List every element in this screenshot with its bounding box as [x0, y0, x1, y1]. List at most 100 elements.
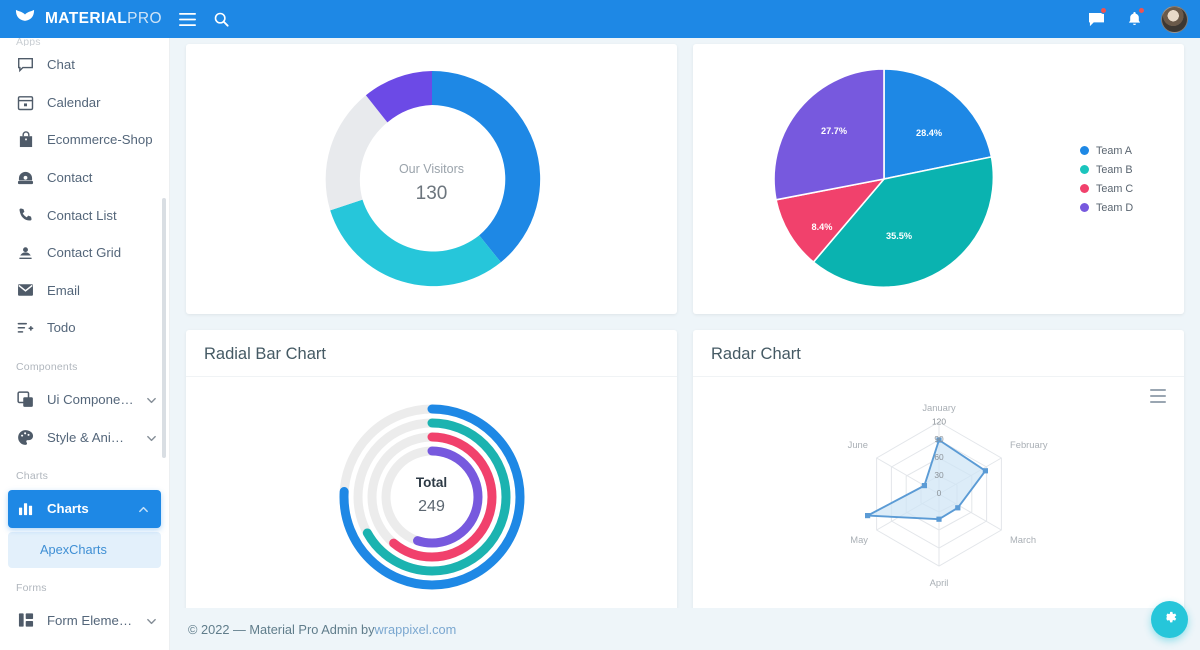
notifications-button[interactable]: [1117, 2, 1151, 36]
bar-chart-icon: [16, 499, 35, 518]
radar-category-april: April: [929, 577, 948, 588]
phone-icon: [16, 206, 35, 225]
charts-row-bottom: Radial Bar Chart Total: [170, 314, 1200, 612]
legend-item-team-c[interactable]: Team C: [1080, 179, 1184, 198]
sidebar-item-form-elements[interactable]: Form Elements: [0, 602, 169, 640]
sidebar-item-label: Calendar: [47, 95, 157, 110]
pie-label-team-c: 8.4%: [811, 222, 832, 232]
shopping-bag-icon: [16, 130, 35, 149]
radial-bar-svg: [332, 397, 532, 597]
sidebar-item-label: Contact List: [47, 208, 157, 223]
legend-dot-icon: [1080, 184, 1089, 193]
notifications-badge-dot: [1138, 7, 1145, 14]
gear-icon: [1161, 609, 1178, 631]
sidebar-item-label: Contact: [47, 170, 157, 185]
legend-label: Team B: [1096, 164, 1133, 176]
sidebar-item-label: Chat: [47, 57, 157, 72]
sidebar-caption-components: Components: [0, 347, 169, 381]
chevron-down-icon: [146, 394, 157, 405]
calendar-icon: [16, 93, 35, 112]
brand-text: MATERIALPRO: [45, 10, 162, 28]
layers-icon: [16, 390, 35, 409]
legend-dot-icon: [1080, 146, 1089, 155]
sidebar-item-label: Ui Componen...: [47, 392, 134, 407]
brand-main: MATERIAL: [45, 10, 127, 27]
sidebar-item-todo[interactable]: Todo: [0, 309, 169, 347]
radar-category-february: February: [1010, 439, 1048, 450]
sidebar-item-label: Charts: [47, 501, 126, 516]
card-pie-chart: 28.4% 35.5% 8.4% 27.7% Team A Team B: [693, 44, 1184, 314]
donut-svg: [307, 54, 557, 304]
radar-category-january: January: [922, 402, 956, 413]
messages-button[interactable]: [1079, 2, 1113, 36]
phone-old-icon: [16, 168, 35, 187]
legend-label: Team C: [1096, 183, 1133, 195]
charts-row-top: Our Visitors 130 28.: [170, 38, 1200, 314]
sidebar-caption-charts: Charts: [0, 456, 169, 490]
chevron-up-icon: [138, 503, 149, 514]
pie-chart-holder: 28.4% 35.5% 8.4% 27.7%: [693, 67, 1074, 291]
sidebar-item-charts[interactable]: Charts: [8, 490, 161, 528]
list-add-icon: [16, 318, 35, 337]
sidebar-item-contact-grid[interactable]: Contact Grid: [0, 234, 169, 272]
card-radial-bar-chart: Radial Bar Chart Total: [186, 330, 677, 612]
sidebar-item-label: Form Elements: [47, 613, 134, 628]
legend-label: Team A: [1096, 145, 1132, 157]
chart-menu-icon[interactable]: [1150, 389, 1166, 403]
sidebar-item-email[interactable]: Email: [0, 272, 169, 310]
radar-category-may: May: [850, 534, 868, 545]
top-navbar: MATERIALPRO: [0, 0, 1200, 38]
radar-chart[interactable]: 120 90 60 30 0 January February March Ap…: [693, 377, 1184, 617]
sidebar-item-ecommerce-shop[interactable]: Ecommerce-Shop: [0, 121, 169, 159]
sidebar-item-ui-components[interactable]: Ui Componen...: [0, 381, 169, 419]
hamburger-icon[interactable]: [170, 2, 204, 36]
message-icon[interactable]: [1079, 2, 1113, 36]
search-icon[interactable]: [204, 2, 238, 36]
pie-label-team-a: 28.4%: [915, 128, 941, 138]
legend-item-team-a[interactable]: Team A: [1080, 141, 1184, 160]
brand-sub: PRO: [127, 10, 162, 27]
sidebar-item-label: Style & Anima...: [47, 430, 134, 445]
card-title-radar: Radar Chart: [693, 330, 1184, 377]
messages-badge-dot: [1100, 7, 1107, 14]
sidebar-item-contact-list[interactable]: Contact List: [0, 196, 169, 234]
radar-tick-0: 0: [936, 488, 941, 498]
avatar[interactable]: [1161, 6, 1188, 33]
sidebar-subitem-apexcharts[interactable]: ApexCharts: [8, 532, 161, 568]
pie-svg: 28.4% 35.5% 8.4% 27.7%: [772, 67, 996, 291]
chevron-down-icon: [146, 432, 157, 443]
legend-item-team-d[interactable]: Team D: [1080, 198, 1184, 217]
leaf-logo-icon: [14, 9, 36, 29]
sidebar-item-style-animation[interactable]: Style & Anima...: [0, 418, 169, 456]
pie-chart[interactable]: 28.4% 35.5% 8.4% 27.7% Team A Team B: [693, 44, 1184, 314]
sidebar-scroll-area: Apps Chat Calendar Ecommerce-Shop Contac…: [0, 38, 169, 639]
sidebar-item-chat[interactable]: Chat: [0, 46, 169, 84]
radar-tick-90: 90: [934, 434, 944, 444]
legend-dot-icon: [1080, 203, 1089, 212]
sidebar-item-label: Email: [47, 283, 157, 298]
sidebar: Apps Chat Calendar Ecommerce-Shop Contac…: [0, 38, 170, 650]
radial-bar-chart[interactable]: Total 249: [186, 377, 677, 617]
sidebar-item-label: Ecommerce-Shop: [47, 132, 157, 147]
radar-svg: 120 90 60 30 0 January February March Ap…: [774, 390, 1104, 605]
legend-item-team-b[interactable]: Team B: [1080, 160, 1184, 179]
bell-icon[interactable]: [1117, 2, 1151, 36]
brand-logo-area[interactable]: MATERIALPRO: [0, 9, 170, 29]
card-title-radial-bar: Radial Bar Chart: [186, 330, 677, 377]
palette-icon: [16, 428, 35, 447]
sidebar-item-contact[interactable]: Contact: [0, 159, 169, 197]
settings-fab-button[interactable]: [1151, 601, 1188, 638]
main-content: Our Visitors 130 28.: [170, 38, 1200, 650]
radar-tick-30: 30: [934, 470, 944, 480]
sidebar-caption-apps: Apps: [0, 38, 169, 46]
legend-label: Team D: [1096, 202, 1133, 214]
pie-legend: Team A Team B Team C Team D: [1074, 141, 1184, 217]
card-radar-chart: Radar Chart: [693, 330, 1184, 612]
footer-link-wrappixel[interactable]: wrappixel.com: [375, 622, 457, 637]
pie-label-team-b: 35.5%: [885, 231, 911, 241]
donut-chart[interactable]: Our Visitors 130: [186, 44, 677, 314]
sidebar-scrollbar-thumb[interactable]: [162, 198, 166, 458]
sidebar-item-calendar[interactable]: Calendar: [0, 84, 169, 122]
footer: © 2022 — Material Pro Admin by wrappixel…: [170, 608, 1200, 650]
chevron-down-icon: [146, 615, 157, 626]
